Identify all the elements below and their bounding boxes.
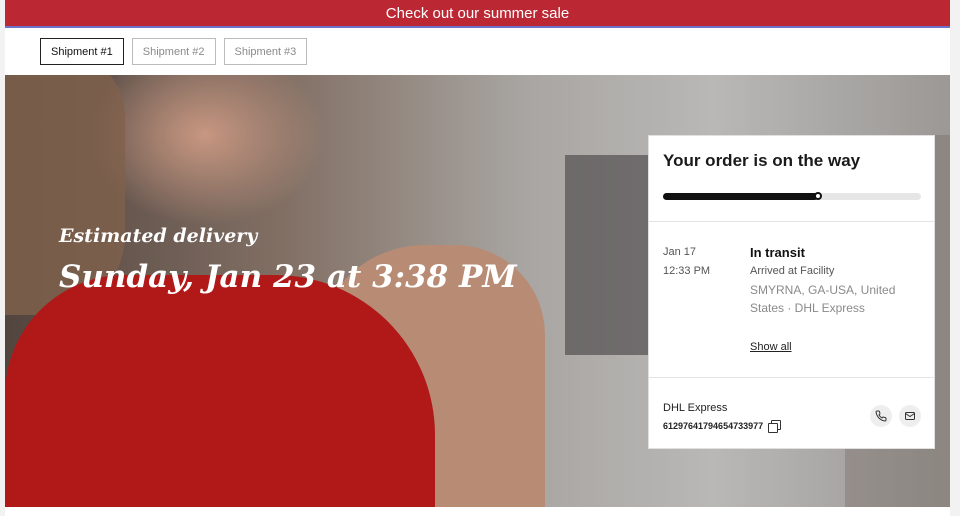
delivery-progress-bar xyxy=(663,192,921,200)
show-all-link[interactable]: Show all xyxy=(750,341,792,353)
tab-shipment-3[interactable]: Shipment #3 xyxy=(223,38,308,65)
tracking-number: 612976417946547339​77 xyxy=(663,421,764,431)
divider xyxy=(649,221,934,222)
estimated-delivery-date: Sunday, Jan 23 at 3:38 PM xyxy=(59,259,517,295)
progress-marker xyxy=(813,192,822,200)
page-frame: Check out our summer sale Shipment #1 Sh… xyxy=(5,0,950,516)
event-detail: Arrived at Facility xyxy=(750,265,835,277)
divider xyxy=(649,377,934,378)
promo-banner[interactable]: Check out our summer sale xyxy=(5,0,950,28)
delivery-progress-fill xyxy=(663,192,822,200)
event-time: 12:33 PM xyxy=(663,265,711,277)
promo-banner-text: Check out our summer sale xyxy=(385,4,570,22)
order-status-title: Your order is on the way xyxy=(663,151,861,170)
phone-icon[interactable] xyxy=(870,405,892,427)
tab-shipment-1[interactable]: Shipment #1 xyxy=(40,38,124,65)
mail-icon[interactable] xyxy=(899,405,921,427)
event-status: In transit xyxy=(750,245,805,260)
estimated-delivery-label: Estimated delivery xyxy=(59,225,258,247)
estimated-delivery: Estimated delivery Sunday, Jan 23 at 3:3… xyxy=(59,225,529,302)
carrier-name: DHL Express xyxy=(663,402,728,414)
event-date: Jan 17 xyxy=(663,246,697,258)
event-location: SMYRNA, GA-USA, United States · DHL Expr… xyxy=(750,283,896,315)
order-status-card: Your order is on the way Jan 17 12:33 PM… xyxy=(648,135,935,449)
tracking-number-row: 612976417946547339​77 xyxy=(663,420,782,433)
tab-shipment-2[interactable]: Shipment #2 xyxy=(131,38,216,65)
copy-icon[interactable] xyxy=(768,420,782,433)
shipment-tabs: Shipment #1 Shipment #2 Shipment #3 xyxy=(40,38,308,65)
